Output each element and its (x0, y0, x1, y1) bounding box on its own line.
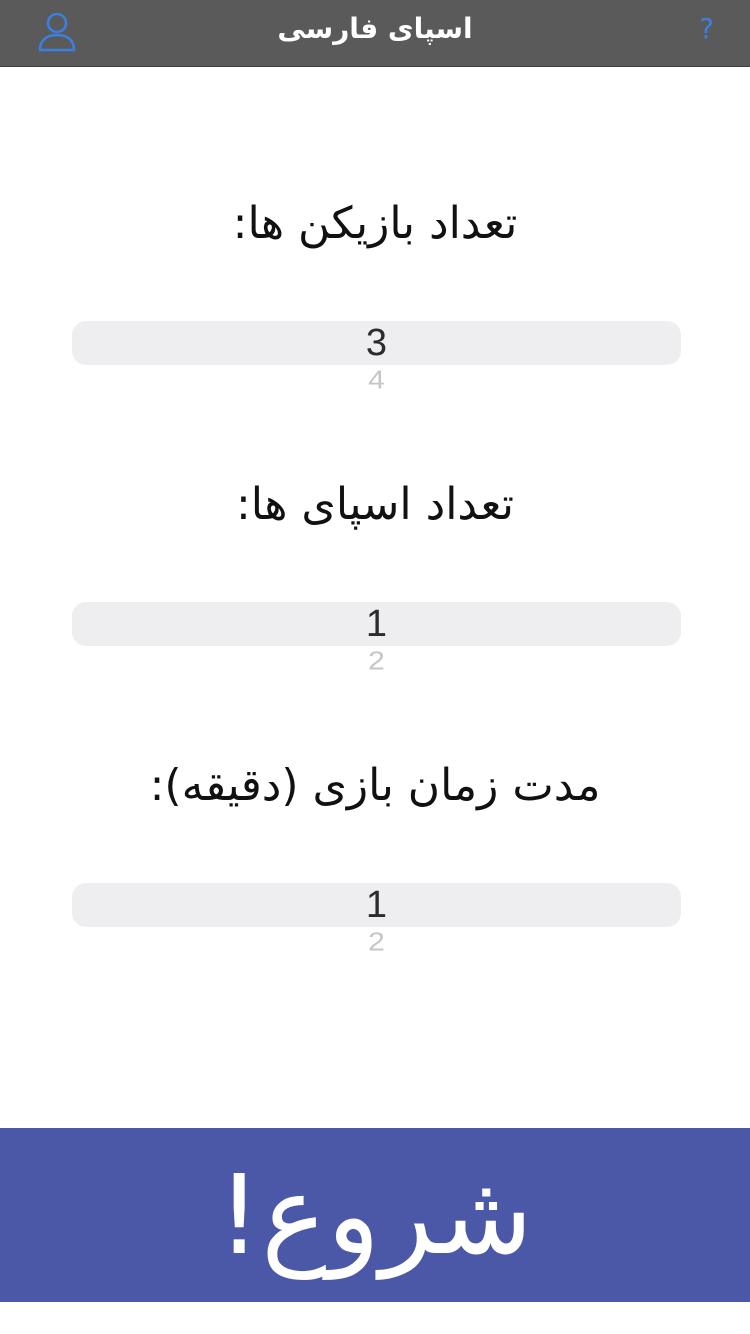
app-title: اسپای فارسی (277, 12, 473, 45)
game-duration-picker[interactable]: 1 2 (72, 883, 681, 955)
game-duration-selected-value: 1 (365, 884, 388, 926)
spies-count-picker[interactable]: 1 2 (72, 602, 681, 674)
spies-count-next-value[interactable]: 2 (72, 649, 681, 675)
players-count-selected-value: 3 (365, 322, 388, 364)
help-button[interactable]: ? (699, 12, 714, 45)
players-count-picker[interactable]: 3 4 (72, 321, 681, 393)
navigation-bar: اسپای فارسی ? (0, 0, 750, 67)
spies-count-selected-value: 1 (365, 603, 388, 645)
spies-count-label: تعداد اسپای ها: (235, 479, 514, 530)
players-count-next-value[interactable]: 4 (72, 368, 681, 394)
players-count-label: تعداد بازیکن ها: (232, 198, 518, 249)
game-duration-label: مدت زمان بازی (دقیقه): (149, 760, 601, 811)
game-duration-next-value[interactable]: 2 (72, 930, 681, 956)
start-button[interactable]: شروع! (0, 1128, 750, 1302)
